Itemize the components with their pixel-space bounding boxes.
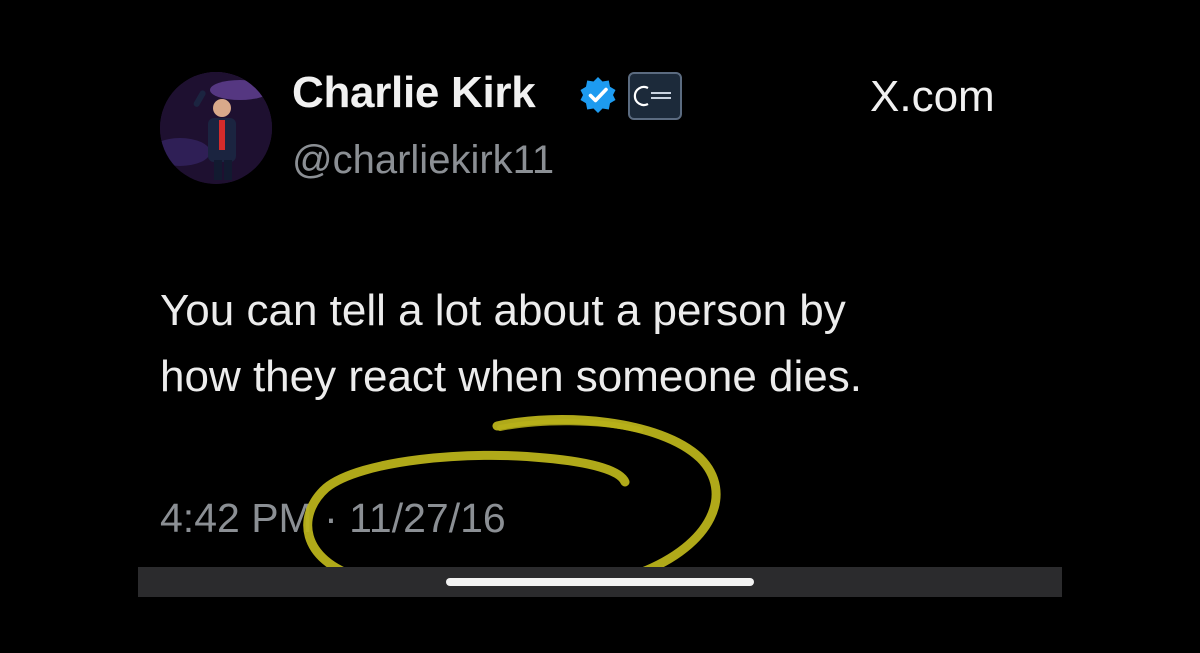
verified-check-icon: [580, 77, 616, 113]
display-name[interactable]: Charlie Kirk: [292, 68, 536, 118]
user-handle[interactable]: @charliekirk11: [292, 138, 554, 183]
organization-logo-icon[interactable]: [628, 72, 682, 120]
tweet-timestamp[interactable]: 4:42 PM · 11/27/16: [160, 495, 506, 542]
tweet-text-line: You can tell a lot about a person by: [160, 286, 846, 335]
tweet-text-line: how they react when someone dies.: [160, 352, 862, 401]
tweet-date: 11/27/16: [349, 495, 506, 541]
tweet-text: You can tell a lot about a person by how…: [160, 278, 1120, 410]
avatar-image: [160, 72, 272, 184]
tweet-screenshot: Charlie Kirk X.com @charliekirk11 You ca…: [0, 0, 1200, 653]
timestamp-separator: ·: [324, 495, 338, 541]
avatar[interactable]: [160, 72, 272, 184]
tweet-time: 4:42 PM: [160, 495, 313, 541]
site-label: X.com: [870, 72, 995, 121]
home-indicator[interactable]: [446, 578, 754, 586]
